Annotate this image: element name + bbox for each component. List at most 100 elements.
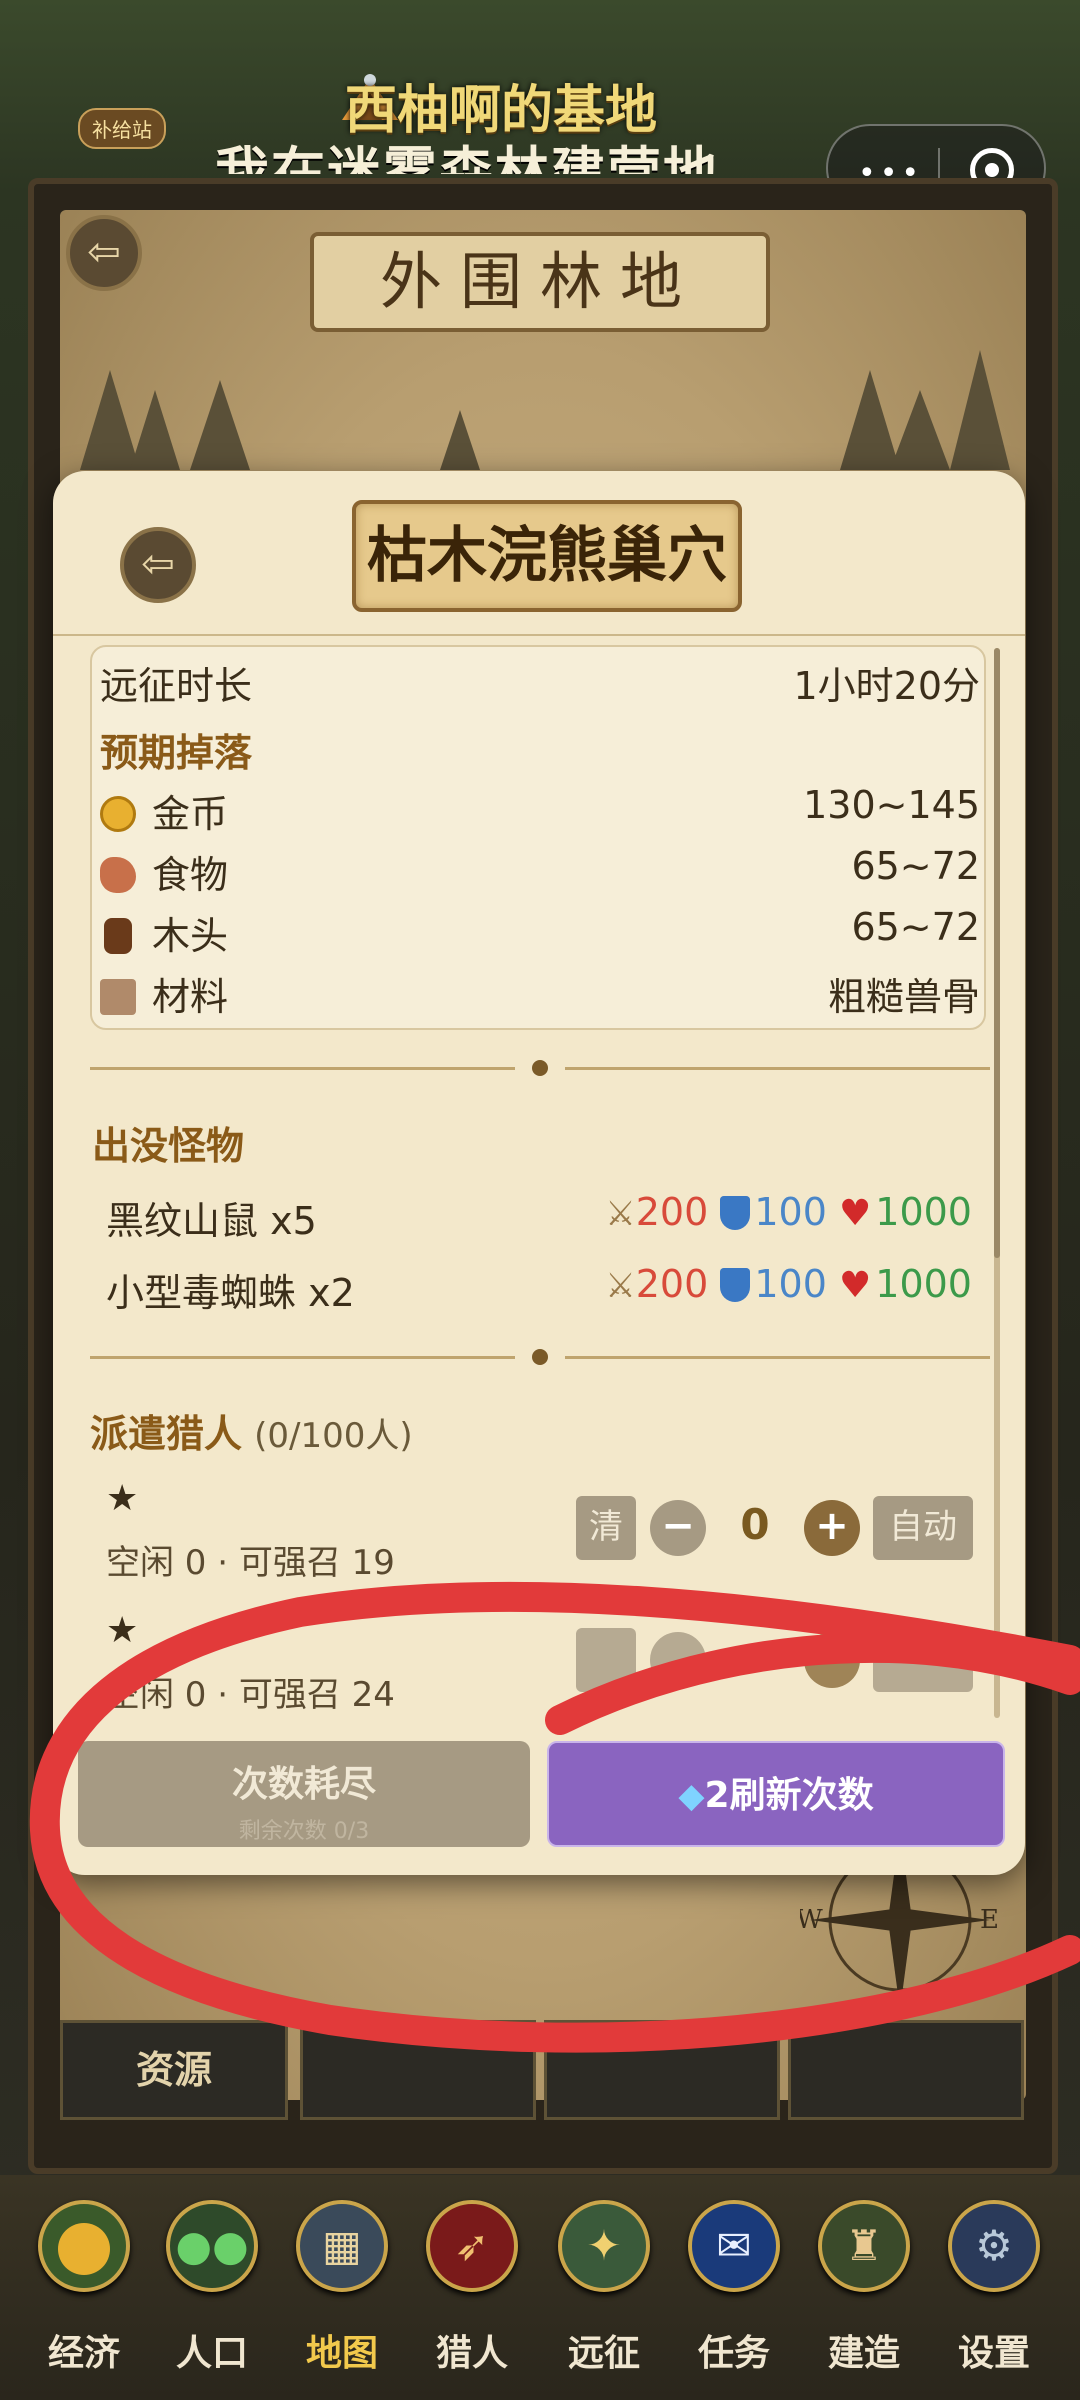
shield-icon [720,1196,751,1230]
scrollbar-thumb[interactable] [994,648,1000,1258]
map-title-scroll: 外围林地 [310,232,770,332]
map-back-button[interactable]: ⇦ [66,215,142,291]
hp-value: 1000 [875,1190,972,1234]
hunter-status: 空闲 0 · 可强召 19 [106,1543,395,1583]
nav-build[interactable]: ♜ 建造 [816,2200,912,2376]
scroll-icon: ✉ [688,2200,780,2292]
drop-row-material: 材料 [100,966,228,1021]
drop-name: 木头 [152,914,229,958]
back-arrow-icon: ⇦ [141,541,175,587]
nav-label: 任务 [697,2333,770,2374]
attack-value: 200 [635,1262,709,1306]
section-divider [90,1349,990,1365]
clear-button[interactable] [576,1628,636,1692]
tab-resources[interactable]: 资源 [60,2020,288,2120]
shield-icon [720,1268,751,1302]
auto-button[interactable]: 自动 [873,1496,973,1560]
forest-decoration [80,350,1010,470]
hunter-count: 0 [740,1500,770,1549]
nav-population[interactable]: ●● 人口 [164,2200,260,2376]
monster-stats: ⚔200 100 ♥ 1000 [560,1262,972,1306]
attack-value: 200 [635,1190,709,1234]
drop-row-gold: 金币 [100,783,228,838]
log-icon [104,918,132,954]
heart-icon: ♥ [839,1265,872,1306]
drop-name: 金币 [152,792,229,836]
sword-icon: ⚔ [605,1266,636,1306]
coin-icon [38,2200,130,2292]
heart-icon: ♥ [839,1193,872,1234]
defense-value: 100 [754,1190,827,1234]
nav-economy[interactable]: 经济 [36,2200,132,2376]
increase-button[interactable] [804,1632,860,1688]
nav-label: 经济 [47,2333,120,2374]
nav-tasks[interactable]: ✉ 任务 [686,2200,782,2376]
drop-value: 65~72 [851,905,980,949]
nav-label: 建造 [827,2333,900,2374]
hp-value: 1000 [875,1262,972,1306]
drop-value: 粗糙兽骨 [827,975,980,1019]
refresh-button[interactable]: ◆2刷新次数 [547,1741,1005,1847]
drop-name: 食物 [152,853,229,897]
auto-button[interactable] [873,1628,973,1692]
drop-name: 材料 [152,975,229,1019]
meat-icon [100,857,136,893]
tab-3[interactable] [544,2020,780,2120]
crate-icon [100,979,136,1015]
modal-back-button[interactable]: ⇦ [120,527,196,603]
nav-settings[interactable]: ⚙ 设置 [946,2200,1042,2376]
nav-label: 远征 [567,2333,640,2374]
back-arrow-icon: ⇦ [87,229,121,275]
tab-2[interactable] [300,2020,536,2120]
hunter-stars: ★ [106,1478,139,1519]
exhausted-sublabel: 剩余次数 0/3 [238,1819,370,1844]
map-icon: ▦ [296,2200,388,2292]
castle-icon: ♜ [818,2200,910,2292]
clear-button[interactable]: 清 [576,1496,636,1560]
defense-value: 100 [754,1262,827,1306]
expedition-duration-value: 1小时20分 [793,664,980,708]
compass-icon: ✦ [558,2200,650,2292]
nav-label: 设置 [957,2333,1030,2374]
dispatch-count: (0/100人) [254,1416,413,1456]
increase-button[interactable]: + [804,1500,860,1556]
modal-title: 枯木浣熊巢穴 [367,521,727,591]
dispatch-label: 派遣猎人 [90,1412,243,1456]
modal-scrollbar[interactable] [994,648,1000,1718]
people-icon: ●● [166,2200,258,2292]
drop-row-food: 食物 [100,844,228,899]
supply-station-badge[interactable]: 补给站 [78,108,166,149]
drops-label: 预期掉落 [100,731,253,775]
nav-hunters[interactable]: ➶ 猎人 [424,2200,520,2376]
drop-value: 65~72 [851,844,980,888]
nav-label: 猎人 [435,2333,508,2374]
svg-text:E: E [980,1905,999,1935]
hunter-stars: ★ [106,1610,139,1651]
decrease-button[interactable]: − [650,1500,706,1556]
modal-title-banner: 枯木浣熊巢穴 [352,500,742,612]
map-title: 外围林地 [379,245,700,318]
decrease-button[interactable] [650,1632,706,1688]
drop-row-wood: 木头 [100,905,228,960]
nav-expedition[interactable]: ✦ 远征 [556,2200,652,2376]
exhausted-label: 次数耗尽 [231,1764,376,1805]
monster-name: 小型毒蜘蛛 x2 [106,1271,355,1315]
bottom-navbar [0,2175,1080,2400]
monster-stats: ⚔200 100 ♥ 1000 [560,1190,972,1234]
dispatch-header: 派遣猎人 (0/100人) [90,1403,413,1458]
drop-value: 130~145 [803,783,980,827]
refresh-label: 2刷新次数 [704,1775,874,1816]
section-divider [90,1060,990,1076]
nav-label: 地图 [305,2333,378,2374]
svg-text:W: W [800,1905,823,1935]
hunter-status: 空闲 0 · 可强召 24 [106,1675,395,1715]
monster-name: 黑纹山鼠 x5 [106,1199,317,1243]
diamond-icon: ◆ [678,1776,705,1816]
title-divider [53,634,1025,636]
tab-4[interactable] [788,2020,1024,2120]
expedition-duration-label: 远征时长 [100,664,253,708]
nav-map[interactable]: ▦ 地图 [294,2200,390,2376]
coin-icon [100,796,136,832]
bow-icon: ➶ [426,2200,518,2292]
exhausted-button[interactable]: 次数耗尽 剩余次数 0/3 [78,1741,530,1847]
